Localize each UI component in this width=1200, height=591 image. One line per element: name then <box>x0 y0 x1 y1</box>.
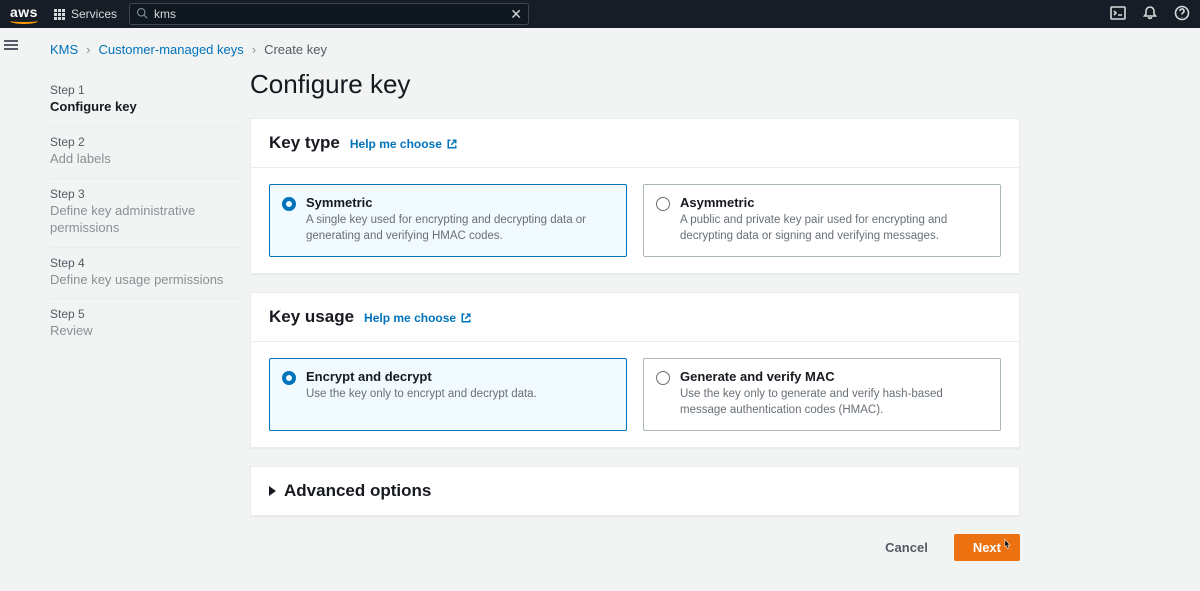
pointer-cursor-icon <box>1001 538 1013 552</box>
wizard-step-2[interactable]: Step 2 Add labels <box>50 127 240 179</box>
advanced-options-title: Advanced options <box>284 481 431 501</box>
step-label: Define key usage permissions <box>50 272 240 289</box>
footer-actions: Cancel Next <box>250 534 1020 591</box>
step-label: Review <box>50 323 240 340</box>
key-type-title: Key type <box>269 133 340 153</box>
key-usage-title: Key usage <box>269 307 354 327</box>
option-title: Generate and verify MAC <box>680 369 988 384</box>
radio-icon <box>656 371 670 385</box>
key-type-option-0[interactable]: Symmetric A single key used for encryptin… <box>269 184 627 257</box>
wizard-step-4[interactable]: Step 4 Define key usage permissions <box>50 248 240 300</box>
advanced-options-expander[interactable]: Advanced options <box>250 466 1020 516</box>
aws-logo[interactable]: aws <box>10 4 38 24</box>
page-title: Configure key <box>250 69 1020 100</box>
option-title: Encrypt and decrypt <box>306 369 537 384</box>
option-title: Asymmetric <box>680 195 988 210</box>
radio-icon <box>282 371 296 385</box>
option-desc: A single key used for encrypting and dec… <box>306 213 614 244</box>
search-input[interactable] <box>154 7 510 21</box>
key-usage-panel: Key usage Help me choose Encrypt and dec… <box>250 292 1020 448</box>
help-icon[interactable] <box>1174 5 1190 24</box>
grid-icon <box>54 9 65 20</box>
breadcrumb-root[interactable]: KMS <box>50 42 78 57</box>
external-link-icon <box>446 138 458 150</box>
services-button[interactable]: Services <box>54 7 117 21</box>
hamburger-menu[interactable] <box>4 40 18 42</box>
radio-icon <box>282 197 296 211</box>
search-icon <box>136 7 148 22</box>
key-usage-option-0[interactable]: Encrypt and decrypt Use the key only to e… <box>269 358 627 431</box>
key-type-panel: Key type Help me choose Symmetric A singl… <box>250 118 1020 274</box>
option-desc: A public and private key pair used for e… <box>680 213 988 244</box>
wizard-step-5[interactable]: Step 5 Review <box>50 299 240 350</box>
option-desc: Use the key only to generate and verify … <box>680 387 988 418</box>
clear-icon[interactable]: ✕ <box>510 6 522 23</box>
wizard-step-3[interactable]: Step 3 Define key administrative permissi… <box>50 179 240 248</box>
services-label: Services <box>71 7 117 21</box>
key-usage-option-1[interactable]: Generate and verify MAC Use the key only … <box>643 358 1001 431</box>
wizard-step-1[interactable]: Step 1 Configure key <box>50 75 240 127</box>
step-label: Configure key <box>50 99 240 116</box>
notifications-icon[interactable] <box>1142 5 1158 24</box>
step-num: Step 4 <box>50 256 240 270</box>
chevron-right-icon: › <box>252 42 256 57</box>
step-num: Step 3 <box>50 187 240 201</box>
top-nav: aws Services ✕ <box>0 0 1200 28</box>
step-label: Define key administrative permissions <box>50 203 240 237</box>
breadcrumb-current: Create key <box>264 42 327 57</box>
external-link-icon <box>460 312 472 324</box>
search-box[interactable]: ✕ <box>129 3 529 25</box>
cancel-button[interactable]: Cancel <box>869 534 944 561</box>
wizard-steps: Step 1Configure keyStep 2Add labelsStep … <box>50 69 240 591</box>
key-type-help-link[interactable]: Help me choose <box>350 137 458 151</box>
key-type-option-1[interactable]: Asymmetric A public and private key pair … <box>643 184 1001 257</box>
caret-right-icon <box>269 486 276 496</box>
radio-icon <box>656 197 670 211</box>
next-button[interactable]: Next <box>954 534 1020 561</box>
cloudshell-icon[interactable] <box>1110 5 1126 24</box>
breadcrumb: KMS › Customer-managed keys › Create key <box>50 38 1030 69</box>
breadcrumb-mid[interactable]: Customer-managed keys <box>99 42 244 57</box>
chevron-right-icon: › <box>86 42 90 57</box>
option-desc: Use the key only to encrypt and decrypt … <box>306 387 537 403</box>
step-num: Step 5 <box>50 307 240 321</box>
key-usage-help-link[interactable]: Help me choose <box>364 311 472 325</box>
step-label: Add labels <box>50 151 240 168</box>
option-title: Symmetric <box>306 195 614 210</box>
step-num: Step 1 <box>50 83 240 97</box>
step-num: Step 2 <box>50 135 240 149</box>
